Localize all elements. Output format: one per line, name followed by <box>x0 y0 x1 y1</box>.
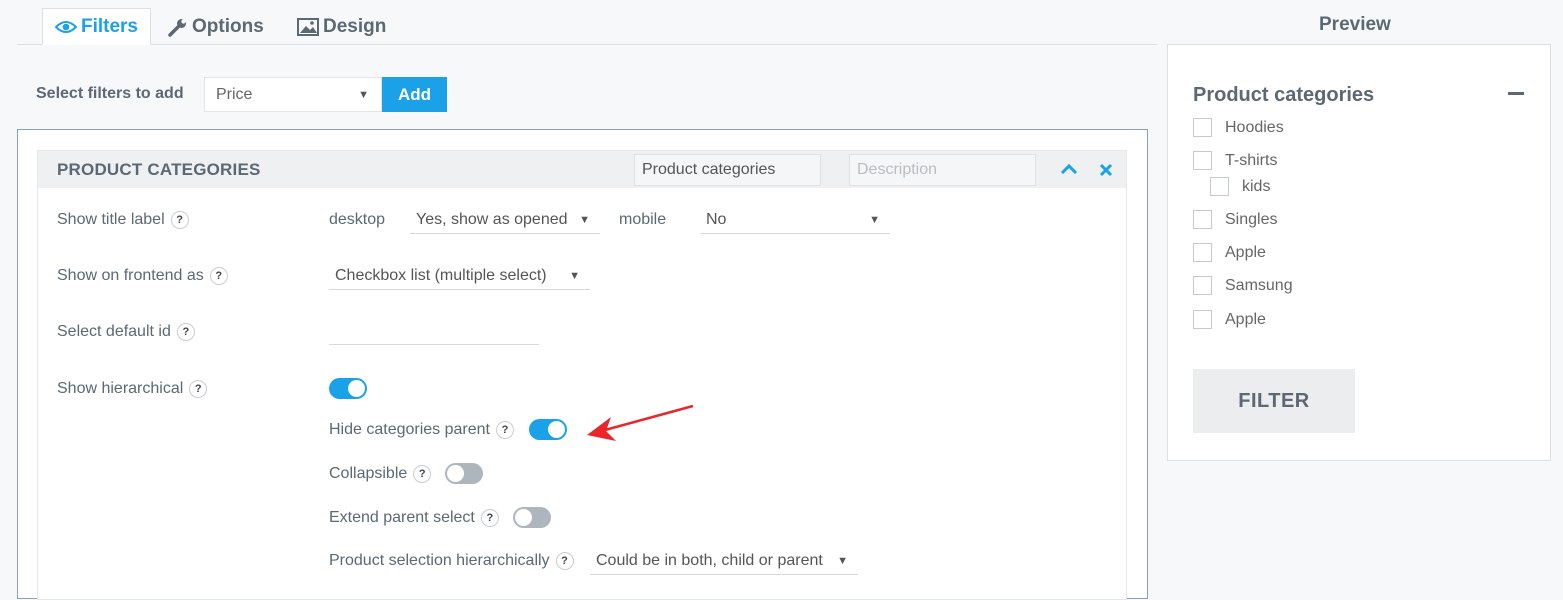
show-hierarchical-row: Show hierarchical? <box>57 380 208 398</box>
tab-design[interactable]: Design <box>297 8 386 45</box>
preview-checkbox-item[interactable]: Hoodies <box>1193 118 1284 137</box>
caret-down-icon: ▼ <box>869 214 880 226</box>
hide-categories-parent-label: Hide categories parent <box>329 421 490 439</box>
select-default-id-row: Select default id? <box>57 323 195 341</box>
extend-parent-select-toggle[interactable] <box>513 507 551 528</box>
select-default-id-label: Select default id <box>57 323 171 341</box>
show-hierarchical-label: Show hierarchical <box>57 380 184 398</box>
preview-checkbox-item[interactable]: Apple <box>1193 310 1266 329</box>
checkbox[interactable] <box>1193 151 1212 170</box>
mobile-title-select[interactable]: No ▼ <box>700 211 890 234</box>
checkbox-label: kids <box>1242 177 1271 195</box>
product-selection-row: Product selection hierarchically? <box>329 552 574 570</box>
hide-categories-parent-row: Hide categories parent? <box>329 421 514 439</box>
checkbox-label: T-shirts <box>1225 151 1278 169</box>
checkbox[interactable] <box>1210 177 1229 196</box>
help-icon[interactable]: ? <box>413 465 432 483</box>
frontend-type-value: Checkbox list (multiple select) <box>335 267 547 284</box>
select-filters-label: Select filters to add <box>36 85 184 102</box>
extend-parent-select-row: Extend parent select? <box>329 509 499 527</box>
tab-filters[interactable]: Filters <box>42 8 151 45</box>
product-selection-label: Product selection hierarchically <box>329 552 550 570</box>
product-selection-select[interactable]: Could be in both, child or parent ▼ <box>590 552 858 575</box>
frontend-type-select[interactable]: Checkbox list (multiple select) ▼ <box>329 267 590 290</box>
tab-design-label: Design <box>323 15 387 37</box>
help-icon[interactable]: ? <box>480 509 499 527</box>
toggle-knob <box>548 421 565 438</box>
caret-down-icon: ▼ <box>579 214 590 226</box>
checkbox-label: Hoodies <box>1225 118 1284 136</box>
annotation-arrow-icon <box>587 404 694 441</box>
hide-categories-parent-toggle[interactable] <box>529 419 567 440</box>
checkbox-label: Apple <box>1225 310 1266 328</box>
eye-icon <box>54 20 77 33</box>
remove-filter-close-icon[interactable] <box>1099 163 1113 177</box>
add-filter-button[interactable]: Add <box>382 77 447 112</box>
show-hierarchical-toggle[interactable] <box>329 378 367 399</box>
checkbox[interactable] <box>1193 310 1212 329</box>
help-icon[interactable]: ? <box>495 421 514 439</box>
show-on-frontend-row: Show on frontend as? <box>57 267 228 285</box>
preview-checkbox-item[interactable]: Samsung <box>1193 276 1293 295</box>
desktop-title-value: Yes, show as opened <box>416 211 568 228</box>
filter-type-value: Price <box>216 86 253 103</box>
checkbox-label: Apple <box>1225 243 1266 261</box>
help-icon[interactable]: ? <box>176 323 195 341</box>
collapsible-row: Collapsible? <box>329 465 432 483</box>
tab-options[interactable]: Options <box>168 8 264 45</box>
wrench-icon <box>168 18 186 37</box>
preview-checkbox-item[interactable]: kids <box>1210 177 1270 196</box>
extend-parent-select-label: Extend parent select <box>329 509 475 527</box>
preview-checkbox-item[interactable]: Singles <box>1193 210 1277 229</box>
help-icon[interactable]: ? <box>209 267 228 285</box>
collapse-chevron-up-icon[interactable] <box>1060 163 1078 175</box>
preview-title: Preview <box>1319 14 1391 35</box>
caret-down-icon: ▼ <box>569 270 580 282</box>
filter-description-input[interactable]: Description <box>849 154 1036 186</box>
help-icon[interactable]: ? <box>189 380 208 398</box>
help-icon[interactable]: ? <box>170 211 189 229</box>
collapse-minus-icon[interactable] <box>1508 92 1524 95</box>
mobile-label: mobile <box>619 211 667 228</box>
show-on-frontend-label: Show on frontend as <box>57 267 204 285</box>
toggle-knob <box>447 465 464 482</box>
preview-checkbox-item[interactable]: Apple <box>1193 243 1266 262</box>
caret-down-icon: ▼ <box>358 89 369 101</box>
tab-options-label: Options <box>192 15 264 37</box>
preview-heading: Product categories <box>1193 84 1375 106</box>
tab-filters-label: Filters <box>80 15 139 37</box>
collapsible-toggle[interactable] <box>445 463 483 484</box>
filter-button[interactable]: FILTER <box>1193 369 1355 433</box>
desktop-title-select[interactable]: Yes, show as opened ▼ <box>410 211 600 234</box>
caret-down-icon: ▼ <box>837 555 848 567</box>
desktop-label: desktop <box>329 211 386 228</box>
filter-type-select[interactable]: Price ▼ <box>204 77 382 112</box>
help-icon[interactable]: ? <box>555 552 574 570</box>
image-icon <box>297 17 319 36</box>
filter-block-title: PRODUCT CATEGORIES <box>57 160 261 179</box>
mobile-title-value: No <box>706 211 727 228</box>
default-id-input[interactable] <box>329 323 539 345</box>
checkbox[interactable] <box>1193 243 1212 262</box>
checkbox[interactable] <box>1193 118 1212 137</box>
preview-checkbox-item[interactable]: T-shirts <box>1193 151 1277 170</box>
toggle-knob <box>348 380 365 397</box>
checkbox[interactable] <box>1193 210 1212 229</box>
checkbox-label: Samsung <box>1225 276 1293 294</box>
collapsible-label: Collapsible <box>329 465 408 483</box>
checkbox-label: Singles <box>1225 210 1278 228</box>
filter-name-input[interactable]: Product categories <box>634 154 821 186</box>
toggle-knob <box>515 509 532 526</box>
show-title-label-text: Show title label <box>57 211 165 229</box>
checkbox[interactable] <box>1193 276 1212 295</box>
product-selection-value: Could be in both, child or parent <box>596 552 823 569</box>
show-title-label-row: Show title label? <box>57 211 189 229</box>
